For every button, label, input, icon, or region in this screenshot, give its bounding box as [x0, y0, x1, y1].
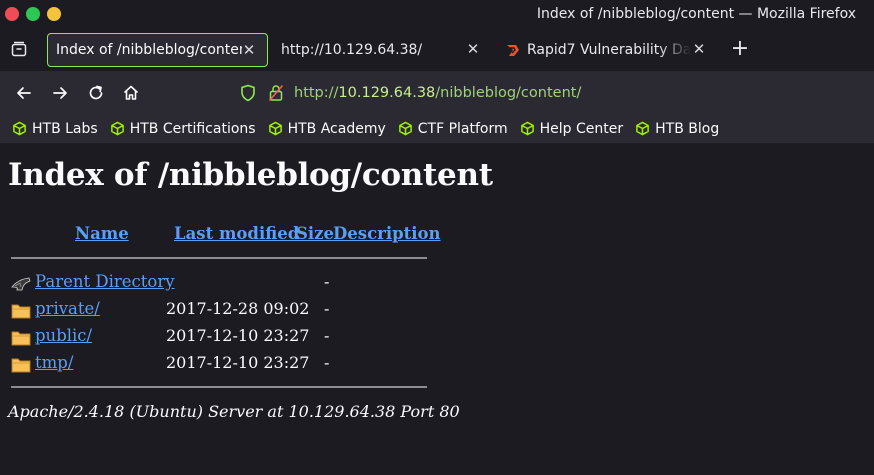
- row-size: -: [324, 353, 330, 372]
- new-tab-button[interactable]: +: [730, 37, 750, 61]
- bookmark-label: HTB Certifications: [129, 120, 256, 137]
- column-header-description[interactable]: Description: [333, 224, 441, 243]
- folder-icon: [11, 304, 31, 319]
- htb-cube-icon: [13, 121, 26, 136]
- bookmark-label: HTB Labs: [32, 120, 98, 137]
- page-title: Index of /nibbleblog/content: [8, 157, 493, 193]
- window-minimize-button[interactable]: [26, 7, 40, 21]
- list-all-tabs-icon[interactable]: [10, 40, 28, 58]
- htb-cube-icon: [268, 121, 282, 136]
- column-header-size[interactable]: Size: [296, 224, 334, 243]
- table-row: Parent Directory -: [11, 272, 431, 294]
- folder-link-public[interactable]: public/: [35, 326, 92, 345]
- folder-link-private[interactable]: private/: [35, 299, 100, 318]
- page-content: Index of /nibbleblog/content Name Last m…: [0, 143, 874, 475]
- row-size: -: [324, 299, 330, 318]
- table-row: private/ 2017-12-28 09:02 -: [11, 299, 431, 321]
- navigation-toolbar: http://10.129.64.38/nibbleblog/content/: [0, 71, 874, 114]
- tab-label: Rapid7 Vulnerability Database: [527, 42, 691, 58]
- url-scheme: http://: [294, 85, 339, 101]
- footer-divider: [11, 386, 427, 388]
- htb-cube-icon: [636, 121, 649, 136]
- bookmark-label: HTB Academy: [287, 120, 386, 137]
- bookmark-htb-academy[interactable]: HTB Academy: [268, 121, 386, 137]
- column-header-last-modified[interactable]: Last modified: [174, 224, 299, 243]
- bookmark-label: CTF Platform: [417, 120, 508, 137]
- tab-close-icon[interactable]: ✕: [465, 41, 481, 57]
- table-row: tmp/ 2017-12-10 23:27 -: [11, 353, 431, 375]
- bookmark-htb-labs[interactable]: HTB Labs: [12, 121, 98, 137]
- column-header-name[interactable]: Name: [75, 224, 129, 243]
- window-titlebar: Index of /nibbleblog/content — Mozilla F…: [0, 0, 874, 29]
- header-divider: [11, 257, 427, 259]
- bookmark-htb-blog[interactable]: HTB Blog: [635, 121, 719, 137]
- tab-strip: Index of /nibbleblog/content ✕ http://10…: [0, 29, 874, 71]
- forward-arrow-icon[interactable]: [50, 83, 70, 103]
- htb-cube-icon: [398, 121, 412, 136]
- row-size: -: [324, 272, 330, 291]
- window-maximize-button[interactable]: [47, 7, 61, 21]
- row-modified: 2017-12-10 23:27: [166, 326, 310, 345]
- row-modified: 2017-12-10 23:27: [166, 353, 310, 372]
- bookmark-label: HTB Blog: [655, 120, 720, 137]
- row-modified: 2017-12-28 09:02: [166, 299, 310, 318]
- folder-icon: [11, 358, 31, 373]
- bookmark-htb-certifications[interactable]: HTB Certifications: [110, 121, 256, 137]
- bookmarks-toolbar: HTB Labs HTB Certifications HTB Academy …: [0, 114, 874, 143]
- address-bar[interactable]: http://10.129.64.38/nibbleblog/content/: [240, 81, 581, 105]
- back-icon: [11, 277, 31, 291]
- reload-icon[interactable]: [86, 83, 106, 103]
- tracking-protection-shield-icon[interactable]: [240, 84, 256, 102]
- tab-label: http://10.129.64.38/: [281, 42, 423, 58]
- home-icon[interactable]: [121, 83, 141, 103]
- htb-cube-icon: [110, 121, 124, 136]
- tab-host-root[interactable]: http://10.129.64.38/ ✕: [272, 33, 491, 67]
- tab-rapid7[interactable]: Rapid7 Vulnerability Database ✕: [497, 33, 717, 67]
- bookmark-help-center[interactable]: Help Center: [520, 120, 624, 137]
- url-path: /nibbleblog/content/: [435, 85, 582, 101]
- server-signature: Apache/2.4.18 (Ubuntu) Server at 10.129.…: [8, 402, 460, 421]
- url-text[interactable]: http://10.129.64.38/nibbleblog/content/: [294, 85, 581, 101]
- insecure-lock-icon[interactable]: [268, 84, 284, 102]
- table-row: public/ 2017-12-10 23:27 -: [11, 326, 431, 348]
- htb-cube-icon: [520, 121, 534, 136]
- window-close-button[interactable]: [5, 7, 19, 21]
- tab-close-icon[interactable]: ✕: [241, 42, 257, 58]
- bookmark-label: Help Center: [539, 120, 624, 137]
- tab-index-content[interactable]: Index of /nibbleblog/content ✕: [47, 33, 268, 67]
- tab-label: Index of /nibbleblog/content: [56, 42, 242, 58]
- bookmark-ctf-platform[interactable]: CTF Platform: [398, 121, 508, 137]
- parent-directory-link[interactable]: Parent Directory: [35, 272, 175, 291]
- back-arrow-icon[interactable]: [14, 83, 34, 103]
- window-title: Index of /nibbleblog/content — Mozilla F…: [536, 6, 856, 22]
- row-size: -: [324, 326, 330, 345]
- tab-close-icon[interactable]: ✕: [691, 41, 707, 57]
- folder-icon: [11, 331, 31, 346]
- url-host: 10.129.64.38: [338, 85, 436, 101]
- rapid7-favicon-icon: [507, 45, 519, 56]
- folder-link-tmp[interactable]: tmp/: [35, 353, 73, 372]
